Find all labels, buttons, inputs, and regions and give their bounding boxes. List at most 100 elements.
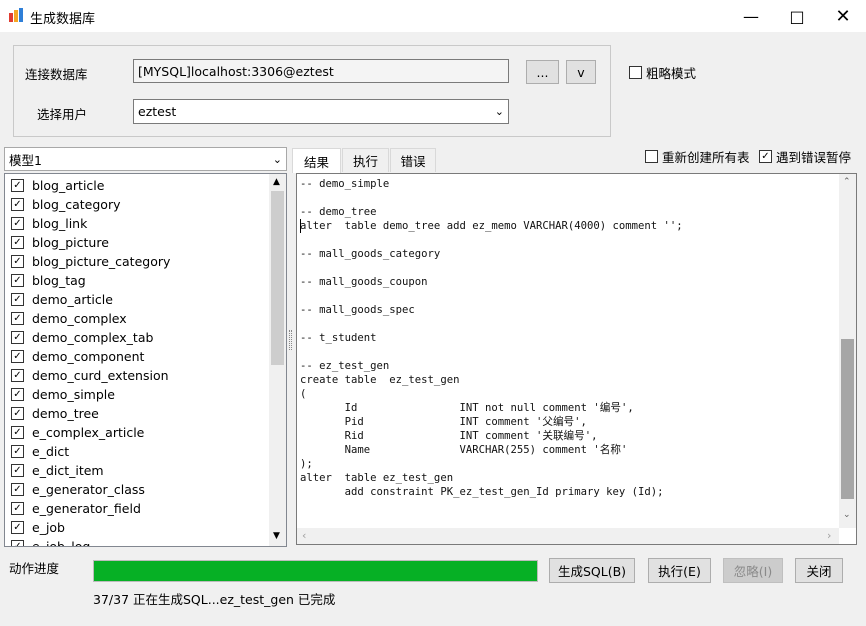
table-list-item[interactable]: ✓ e_job_log [5,537,269,547]
table-name: blog_category [32,197,121,212]
table-name: demo_complex_tab [32,330,154,345]
table-list-item[interactable]: ✓ e_generator_field [5,499,269,518]
table-checkbox[interactable]: ✓ [11,331,24,344]
table-checkbox[interactable]: ✓ [11,502,24,515]
sql-vertical-scrollbar[interactable]: ⌃ ⌄ [839,174,856,528]
rough-mode-checkbox[interactable] [629,66,642,79]
table-checkbox[interactable]: ✓ [11,407,24,420]
table-list-item[interactable]: ✓ demo_simple [5,385,269,404]
tab-result[interactable]: 结果 [292,148,341,173]
table-checkbox[interactable]: ✓ [11,388,24,401]
text-cursor [300,219,301,233]
table-name: demo_curd_extension [32,368,169,383]
table-list-item[interactable]: ✓ demo_article [5,290,269,309]
user-select[interactable]: eztest ⌄ [133,99,509,124]
db-label: 连接数据库 [25,67,88,82]
ignore-button[interactable]: 忽略(I) [723,558,783,583]
pause-on-error-option[interactable]: ✓ 遇到错误暂停 [759,147,851,166]
splitter-handle[interactable] [289,330,292,350]
table-name: blog_picture [32,235,109,250]
tab-error[interactable]: 错误 [390,148,436,172]
table-checkbox[interactable]: ✓ [11,445,24,458]
table-list-item[interactable]: ✓ demo_complex_tab [5,328,269,347]
table-checkbox[interactable]: ✓ [11,483,24,496]
table-checkbox[interactable]: ✓ [11,179,24,192]
tab-execute[interactable]: 执行 [342,148,389,172]
model-select[interactable]: 模型1 ⌄ [4,147,287,171]
recreate-all-option[interactable]: 重新创建所有表 [645,147,750,166]
scroll-left-icon[interactable]: ‹ [302,529,306,542]
user-select-value: eztest [138,104,177,119]
table-checkbox[interactable]: ✓ [11,464,24,477]
table-list-item[interactable]: ✓ blog_article [5,176,269,195]
minimize-icon[interactable]: — [728,0,774,32]
table-list-item[interactable]: ✓ e_generator_class [5,480,269,499]
table-checkbox[interactable]: ✓ [11,274,24,287]
table-list[interactable]: ✓ blog_article ✓ blog_category ✓ blog_link ✓ bl… [4,173,287,547]
table-list-scroll-thumb[interactable] [271,191,284,365]
table-name: demo_complex [32,311,127,326]
scroll-down-icon[interactable]: ⌄ [843,510,851,520]
table-list-item[interactable]: ✓ e_dict_item [5,461,269,480]
table-list-item[interactable]: ✓ demo_tree [5,404,269,423]
browse-button[interactable]: ... [526,60,559,84]
scroll-down-icon[interactable]: ▼ [273,531,280,541]
close-button[interactable]: 关闭 [795,558,843,583]
scroll-up-icon[interactable]: ▲ [273,177,280,187]
pause-on-error-checkbox[interactable]: ✓ [759,150,772,163]
table-checkbox[interactable]: ✓ [11,236,24,249]
table-checkbox[interactable]: ✓ [11,540,24,546]
table-checkbox[interactable]: ✓ [11,369,24,382]
recreate-all-checkbox[interactable] [645,150,658,163]
table-list-item[interactable]: ✓ blog_picture [5,233,269,252]
table-list-item[interactable]: ✓ blog_category [5,195,269,214]
rough-mode-option[interactable]: 粗略模式 [629,63,696,82]
window-title: 生成数据库 [30,12,96,27]
table-name: demo_tree [32,406,99,421]
table-list-item[interactable]: ✓ demo_curd_extension [5,366,269,385]
generate-sql-button[interactable]: 生成SQL(B) [549,558,635,583]
table-name: blog_article [32,178,105,193]
table-list-item[interactable]: ✓ e_dict [5,442,269,461]
sql-scroll-thumb[interactable] [841,339,854,499]
db-connection-field[interactable]: [MYSQL]localhost:3306@eztest [133,59,509,83]
table-list-item[interactable]: ✓ demo_component [5,347,269,366]
close-icon[interactable]: ✕ [820,0,866,32]
execute-button[interactable]: 执行(E) [648,558,711,583]
user-label: 选择用户 [37,107,88,122]
table-checkbox[interactable]: ✓ [11,293,24,306]
table-list-item[interactable]: ✓ blog_tag [5,271,269,290]
table-name: e_generator_field [32,501,141,516]
scroll-up-icon[interactable]: ⌃ [843,177,851,187]
progress-fill [94,561,537,581]
table-list-item[interactable]: ✓ e_job [5,518,269,537]
progress-label: 动作进度 [9,561,60,576]
scroll-right-icon[interactable]: › [827,529,831,542]
sql-output-area[interactable]: -- demo_simple -- demo_tree alter table … [296,173,857,545]
table-checkbox[interactable]: ✓ [11,217,24,230]
table-checkbox[interactable]: ✓ [11,521,24,534]
table-name: blog_link [32,216,88,231]
table-list-item[interactable]: ✓ blog_link [5,214,269,233]
table-name: e_dict [32,444,70,459]
table-name: e_generator_class [32,482,145,497]
table-name: e_complex_article [32,425,145,440]
dropdown-button[interactable]: v [566,60,596,84]
recreate-all-label: 重新创建所有表 [662,150,750,165]
table-list-item[interactable]: ✓ demo_complex [5,309,269,328]
table-list-scrollbar[interactable]: ▲ ▼ [269,174,286,546]
table-name: demo_simple [32,387,115,402]
table-list-item[interactable]: ✓ blog_picture_category [5,252,269,271]
table-checkbox[interactable]: ✓ [11,426,24,439]
table-checkbox[interactable]: ✓ [11,350,24,363]
table-name: demo_article [32,292,113,307]
table-checkbox[interactable]: ✓ [11,198,24,211]
table-name: e_job_log [32,539,91,547]
status-text: 37/37 正在生成SQL...ez_test_gen 已完成 [93,592,336,607]
sql-horizontal-scrollbar[interactable]: ‹ › [297,528,839,544]
table-checkbox[interactable]: ✓ [11,312,24,325]
table-list-item[interactable]: ✓ e_complex_article [5,423,269,442]
maximize-icon[interactable]: □ [774,0,820,32]
table-checkbox[interactable]: ✓ [11,255,24,268]
model-select-value: 模型1 [9,152,42,168]
